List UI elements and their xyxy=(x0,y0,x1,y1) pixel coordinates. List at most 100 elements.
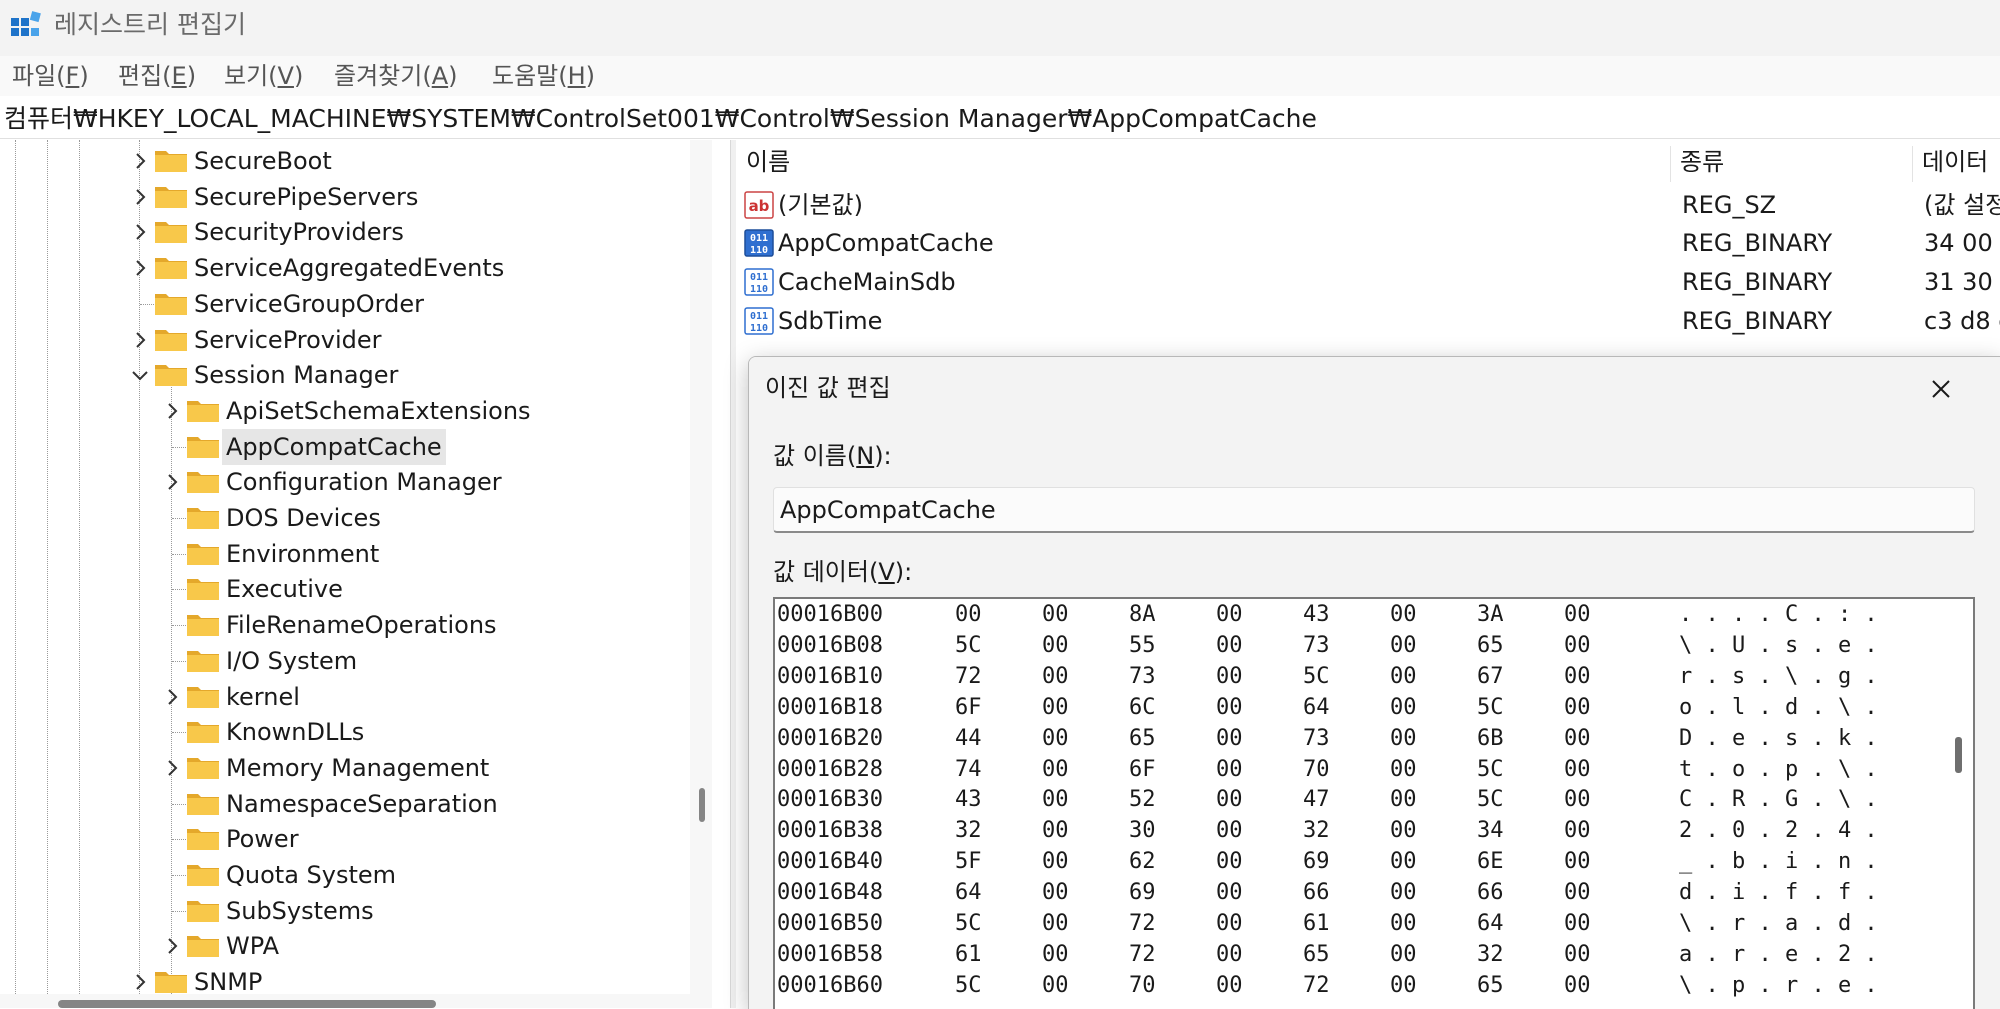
hex-row[interactable]: 00016B58 61 00 72 00 65 00 32 00 a . r . e . 2 . xyxy=(777,939,1937,970)
tree-node[interactable]: ServiceGroupOrder xyxy=(0,286,730,322)
hex-ascii[interactable]: a . r . e . 2 . xyxy=(1679,939,1878,970)
hex-byte[interactable]: 00 xyxy=(1390,754,1417,785)
hex-byte[interactable]: 00 xyxy=(1042,815,1069,846)
tree-node[interactable]: SecurityProviders xyxy=(0,214,730,250)
tree-node[interactable]: WPA xyxy=(0,928,730,964)
hex-byte[interactable]: 00 xyxy=(1216,599,1243,630)
tree-node-label[interactable]: ServiceGroupOrder xyxy=(190,286,428,322)
hex-byte[interactable]: 47 xyxy=(1303,784,1330,815)
hex-byte[interactable]: 00 xyxy=(1390,723,1417,754)
chevron-right-icon[interactable] xyxy=(128,328,152,352)
hex-byte[interactable]: 6F xyxy=(955,692,982,723)
tree-node-label[interactable]: ServiceProvider xyxy=(190,322,386,358)
tree-node-label[interactable]: Quota System xyxy=(222,857,400,893)
hex-byte[interactable]: 00 xyxy=(1216,784,1243,815)
tree-node-label[interactable]: AppCompatCache xyxy=(222,428,446,465)
tree-node-label[interactable]: SecurePipeServers xyxy=(190,179,422,215)
hex-ascii[interactable]: C . R . G . \ . xyxy=(1679,784,1878,815)
hex-byte[interactable]: 00 xyxy=(1390,692,1417,723)
hex-byte[interactable]: 32 xyxy=(1303,815,1330,846)
hex-byte[interactable]: 67 xyxy=(1477,661,1504,692)
hex-byte[interactable]: 74 xyxy=(955,754,982,785)
hex-byte[interactable]: 00 xyxy=(1216,939,1243,970)
hex-byte[interactable]: 00 xyxy=(1042,784,1069,815)
tree-node[interactable]: AppCompatCache xyxy=(0,428,730,465)
tree-node-label[interactable]: Memory Management xyxy=(222,750,493,786)
hex-byte[interactable]: 65 xyxy=(1477,970,1504,1001)
hex-byte[interactable]: 34 xyxy=(1477,815,1504,846)
hex-byte[interactable]: 72 xyxy=(1129,939,1156,970)
hex-row[interactable]: 00016B38 32 00 30 00 32 00 34 00 2 . 0 . 2 . 4 . xyxy=(777,815,1937,846)
tree-node[interactable]: Environment xyxy=(0,536,730,572)
tree-node-label[interactable]: SecurityProviders xyxy=(190,214,408,250)
hex-byte[interactable]: 00 xyxy=(1390,661,1417,692)
hex-byte[interactable]: 00 xyxy=(1564,661,1591,692)
hex-byte[interactable]: 00 xyxy=(1216,661,1243,692)
tree-scroll-thumb[interactable] xyxy=(699,788,705,822)
tree-node[interactable]: Configuration Manager xyxy=(0,464,730,500)
hex-byte[interactable]: 72 xyxy=(955,661,982,692)
hex-data-editor[interactable]: 00016B00 00 00 8A 00 43 00 3A 00. . . . C . : .0… xyxy=(773,597,1975,1009)
hex-byte[interactable]: 00 xyxy=(1216,908,1243,939)
hex-byte[interactable]: 5C xyxy=(1477,754,1504,785)
hex-byte[interactable]: 43 xyxy=(955,784,982,815)
hex-byte[interactable]: 00 xyxy=(1216,723,1243,754)
tree-node-label[interactable]: KnownDLLs xyxy=(222,714,368,750)
hex-ascii[interactable]: o . l . d . \ . xyxy=(1679,692,1878,723)
hex-byte[interactable]: 00 xyxy=(1564,939,1591,970)
hex-row[interactable]: 00016B48 64 00 69 00 66 00 66 00 d . i . f . f . xyxy=(777,877,1937,908)
hex-byte[interactable]: 00 xyxy=(1042,939,1069,970)
hex-byte[interactable]: 64 xyxy=(955,877,982,908)
hex-byte[interactable]: 5C xyxy=(1477,784,1504,815)
tree-node-label[interactable]: Session Manager xyxy=(190,357,402,393)
column-separator[interactable] xyxy=(1912,146,1913,182)
hex-row[interactable]: 00016B60 5C 00 70 00 72 00 65 00 \ . p . r . e . xyxy=(777,970,1937,1001)
chevron-right-icon[interactable] xyxy=(160,470,184,494)
tree-node[interactable]: Session Manager xyxy=(0,357,730,393)
hex-byte[interactable]: 55 xyxy=(1129,630,1156,661)
tree-node[interactable]: SubSystems xyxy=(0,893,730,929)
hex-byte[interactable]: 00 xyxy=(1390,939,1417,970)
hex-ascii[interactable]: d . i . f . f . xyxy=(1679,877,1878,908)
hex-byte[interactable]: 00 xyxy=(1042,630,1069,661)
hex-byte[interactable]: 6B xyxy=(1477,723,1504,754)
dialog-title-bar[interactable]: 이진 값 편집 xyxy=(749,357,2000,419)
tree-horizontal-scrollbar[interactable] xyxy=(0,994,690,1008)
hex-byte[interactable]: 65 xyxy=(1477,630,1504,661)
hex-byte[interactable]: 5C xyxy=(1477,692,1504,723)
menu-view[interactable]: 보기(V) xyxy=(224,60,303,92)
tree-vertical-scrollbar[interactable] xyxy=(690,140,712,1008)
hex-byte[interactable]: 5C xyxy=(955,908,982,939)
hex-byte[interactable]: 32 xyxy=(1477,939,1504,970)
hex-ascii[interactable]: . . . . C . : . xyxy=(1679,599,1878,630)
hex-byte[interactable]: 72 xyxy=(1303,970,1330,1001)
hex-byte[interactable]: 5C xyxy=(955,970,982,1001)
menu-help[interactable]: 도움말(H) xyxy=(492,60,595,92)
hex-byte[interactable]: 00 xyxy=(1042,970,1069,1001)
hex-byte[interactable]: 8A xyxy=(1129,599,1156,630)
hex-byte[interactable]: 00 xyxy=(1216,754,1243,785)
hex-byte[interactable]: 52 xyxy=(1129,784,1156,815)
tree-node[interactable]: SecurePipeServers xyxy=(0,179,730,215)
tree-node-label[interactable]: FileRenameOperations xyxy=(222,607,501,643)
tree-node-label[interactable]: Configuration Manager xyxy=(222,464,506,500)
menu-file[interactable]: 파일(F) xyxy=(12,60,89,92)
value-name-field[interactable]: AppCompatCache xyxy=(773,487,1975,533)
hex-byte[interactable]: 43 xyxy=(1303,599,1330,630)
menu-favorites[interactable]: 즐겨찾기(A) xyxy=(334,60,457,92)
hex-byte[interactable]: 00 xyxy=(1564,908,1591,939)
hex-byte[interactable]: 00 xyxy=(1216,630,1243,661)
hex-byte[interactable]: 30 xyxy=(1129,815,1156,846)
hex-byte[interactable]: 00 xyxy=(1390,815,1417,846)
hex-byte[interactable]: 32 xyxy=(955,815,982,846)
hex-ascii[interactable]: \ . U . s . e . xyxy=(1679,630,1878,661)
hex-byte[interactable]: 64 xyxy=(1303,692,1330,723)
hex-byte[interactable]: 5F xyxy=(955,846,982,877)
tree-node[interactable]: ApiSetSchemaExtensions xyxy=(0,393,730,429)
column-header-data[interactable]: 데이터 xyxy=(1922,140,1988,184)
hex-byte[interactable]: 64 xyxy=(1477,908,1504,939)
close-icon[interactable] xyxy=(1919,369,1963,409)
value-row[interactable]: 011 110 SdbTime REG_BINARY c3 d8 c xyxy=(736,302,2000,340)
hex-byte[interactable]: 62 xyxy=(1129,846,1156,877)
hex-byte[interactable]: 00 xyxy=(1390,599,1417,630)
